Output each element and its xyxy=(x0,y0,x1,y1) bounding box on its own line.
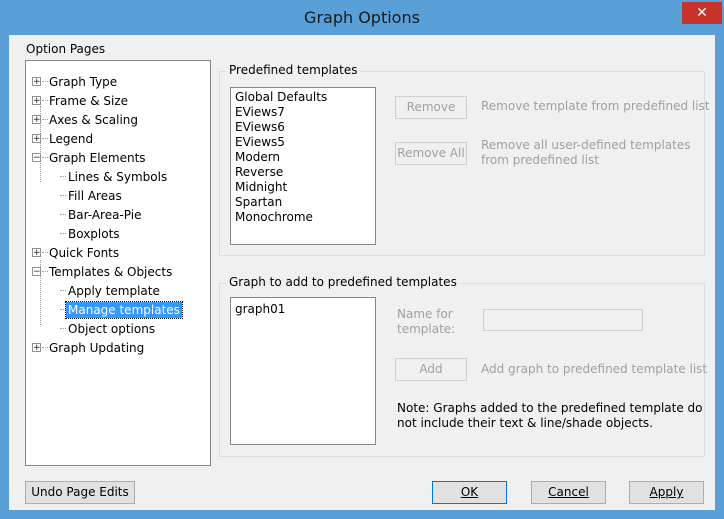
tree-item-label: Frame & Size xyxy=(49,94,129,108)
tree-item-label: Bar-Area-Pie xyxy=(68,208,142,222)
expand-icon[interactable]: + xyxy=(32,96,41,106)
tree-item-label-selected: Manage templates xyxy=(65,301,183,319)
undo-page-edits-button[interactable]: Undo Page Edits xyxy=(25,481,135,504)
tree-item-label: Graph Elements xyxy=(49,151,146,165)
expand-icon[interactable]: + xyxy=(32,134,41,144)
collapse-icon[interactable]: − xyxy=(32,153,41,163)
note-line: Note: Graphs added to the predefined tem… xyxy=(397,401,703,415)
add-graph-title: Graph to add to predefined templates xyxy=(226,275,460,289)
tree-line xyxy=(42,138,48,139)
remove-all-button[interactable]: Remove All xyxy=(395,142,467,165)
tree-line xyxy=(60,233,66,234)
expand-icon[interactable]: + xyxy=(32,248,41,258)
cancel-button[interactable]: Cancel xyxy=(531,481,606,504)
ok-button[interactable]: OK xyxy=(432,481,507,504)
add-button[interactable]: Add xyxy=(395,358,467,381)
tree-line xyxy=(60,195,66,196)
expand-icon[interactable]: + xyxy=(32,115,41,125)
collapse-icon[interactable]: − xyxy=(32,267,41,277)
title-bar[interactable]: Graph Options ✕ xyxy=(1,1,723,35)
expand-icon[interactable]: + xyxy=(32,343,41,353)
predefined-templates-title: Predefined templates xyxy=(226,63,361,77)
tree-item-label: Fill Areas xyxy=(68,189,122,203)
remove-button[interactable]: Remove xyxy=(395,96,467,119)
tree-line xyxy=(60,176,66,177)
note-line: not include their text & line/shade obje… xyxy=(397,416,653,430)
list-item[interactable]: Modern xyxy=(231,150,375,165)
tree-item-label: Quick Fonts xyxy=(49,246,120,260)
dialog-body: Option Pages + Graph Type + Frame & Size… xyxy=(9,35,715,510)
option-pages-label: Option Pages xyxy=(26,42,106,56)
tree-line xyxy=(42,81,48,82)
remove-all-hint-line: from predefined list xyxy=(481,153,600,167)
tree-item-label: Axes & Scaling xyxy=(49,113,139,127)
list-item[interactable]: Midnight xyxy=(231,180,375,195)
tree-line xyxy=(42,157,48,158)
list-item[interactable]: graph01 xyxy=(231,302,375,317)
name-label-line: Name for xyxy=(397,307,453,321)
tree-item-label: Legend xyxy=(49,132,94,146)
tree-line xyxy=(60,328,66,329)
tree-item-label: Templates & Objects xyxy=(49,265,173,279)
list-item[interactable]: EViews7 xyxy=(231,105,375,120)
note-text: Note: Graphs added to the predefined tem… xyxy=(397,401,703,431)
predefined-templates-list[interactable]: Global Defaults EViews7 EViews6 EViews5 … xyxy=(230,87,376,245)
tree-line xyxy=(42,100,48,101)
remove-hint: Remove template from predefined list xyxy=(481,99,710,113)
tree-line xyxy=(60,290,66,291)
list-item[interactable]: Monochrome xyxy=(231,210,375,225)
option-pages-tree[interactable]: + Graph Type + Frame & Size + Axes & Sca… xyxy=(25,60,211,466)
template-name-field[interactable] xyxy=(483,309,643,331)
window-title: Graph Options xyxy=(304,8,420,27)
tree-line xyxy=(42,271,48,272)
list-item[interactable]: Reverse xyxy=(231,165,375,180)
tree-item-label: Object options xyxy=(68,322,156,336)
name-label-line: template: xyxy=(397,322,456,336)
remove-all-hint: Remove all user-defined templates from p… xyxy=(481,138,690,168)
tree-item-label: Boxplots xyxy=(68,227,120,241)
tree-line xyxy=(60,214,66,215)
tree-line xyxy=(42,347,48,348)
name-for-template-label: Name for template: xyxy=(397,307,455,337)
apply-button[interactable]: Apply xyxy=(629,481,704,504)
graph-list[interactable]: graph01 xyxy=(230,297,376,445)
graph-options-dialog: Graph Options ✕ Option Pages + Graph Typ… xyxy=(0,0,724,519)
tree-item-label: Lines & Symbols xyxy=(68,170,168,184)
list-item[interactable]: EViews5 xyxy=(231,135,375,150)
expand-icon[interactable]: + xyxy=(32,77,41,87)
add-hint: Add graph to predefined template list xyxy=(481,362,708,376)
list-item[interactable]: Global Defaults xyxy=(231,90,375,105)
tree-item-label: Graph Updating xyxy=(49,341,145,355)
list-item[interactable]: EViews6 xyxy=(231,120,375,135)
tree-item-label: Graph Type xyxy=(49,75,118,89)
list-item[interactable]: Spartan xyxy=(231,195,375,210)
tree-line xyxy=(42,119,48,120)
tree-line xyxy=(42,252,48,253)
remove-all-hint-line: Remove all user-defined templates xyxy=(481,138,691,152)
close-button[interactable]: ✕ xyxy=(682,2,722,24)
tree-item-label: Apply template xyxy=(68,284,160,298)
